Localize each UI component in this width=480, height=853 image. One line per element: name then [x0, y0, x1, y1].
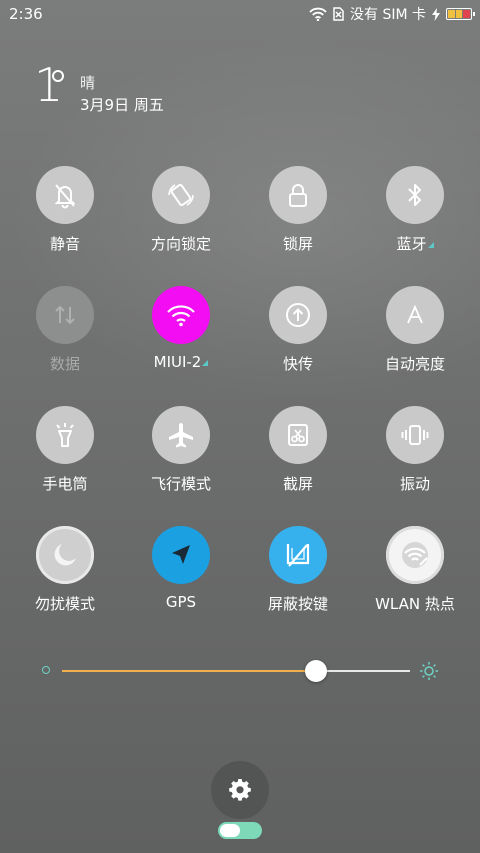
temperature: 1 — [34, 58, 64, 112]
submenu-indicator — [202, 360, 209, 366]
tile-mobile-data-label: 数据 — [49, 355, 80, 373]
tile-block-keys-label: 屏蔽按键 — [267, 595, 328, 613]
brightness-track-empty[interactable] — [316, 670, 410, 672]
tile-silent-label: 静音 — [49, 235, 80, 253]
tile-airplane-button[interactable] — [152, 406, 210, 464]
wlan-hotspot-icon — [402, 542, 428, 568]
weather-condition: 晴 — [80, 74, 96, 92]
panel-toggle[interactable] — [218, 822, 262, 839]
wifi-signal-icon — [309, 7, 327, 21]
tile-wifi[interactable]: MIUI-2 — [122, 286, 240, 396]
tile-flashlight-label: 手电筒 — [42, 475, 88, 493]
status-indicators: 没有 SIM 卡 — [309, 5, 475, 23]
submenu-indicator — [427, 242, 434, 248]
charging-bolt-icon — [432, 7, 440, 21]
quick-transfer-icon — [286, 303, 310, 327]
tile-quick-transfer-button[interactable] — [269, 286, 327, 344]
silent-bell-icon — [54, 184, 76, 209]
tile-bluetooth-button[interactable] — [386, 166, 444, 224]
tile-lock-screen-button[interactable] — [269, 166, 327, 224]
status-bar: 2:36 没有 SIM 卡 — [0, 0, 480, 28]
tile-mobile-data-button[interactable] — [36, 286, 94, 344]
panel-toggle-knob — [220, 824, 240, 837]
tile-vibrate-button[interactable] — [386, 406, 444, 464]
tile-silent-button[interactable] — [36, 166, 94, 224]
settings-button[interactable] — [211, 761, 269, 819]
brightness-slider[interactable] — [36, 656, 446, 686]
tile-quick-transfer-label: 快传 — [282, 355, 313, 373]
rotation-lock-icon — [168, 183, 194, 207]
no-sim-icon — [333, 7, 344, 21]
tile-auto-brightness[interactable]: 自动亮度 — [356, 286, 474, 396]
block-keys-icon — [286, 544, 310, 567]
tile-screenshot-button[interactable] — [269, 406, 327, 464]
weather-widget[interactable]: 1 晴 3月9日 周五 — [34, 60, 284, 116]
tile-screenshot-label: 截屏 — [282, 475, 313, 493]
tile-mobile-data[interactable]: 数据 — [6, 286, 124, 396]
flashlight-icon — [56, 423, 74, 447]
tile-auto-brightness-label: 自动亮度 — [384, 355, 445, 373]
tile-flashlight[interactable]: 手电筒 — [6, 406, 124, 516]
tile-bluetooth-text: 蓝牙 — [396, 235, 427, 253]
gps-arrow-icon — [172, 545, 190, 564]
tile-rotation-lock[interactable]: 方向锁定 — [122, 166, 240, 276]
tile-screenshot[interactable]: 截屏 — [239, 406, 357, 516]
moon-icon — [54, 544, 76, 566]
tile-wifi-label: MIUI-2 — [122, 353, 240, 371]
tile-rotation-lock-button[interactable] — [152, 166, 210, 224]
tile-silent[interactable]: 静音 — [6, 166, 124, 276]
tile-wlan-hotspot[interactable]: WLAN 热点 — [356, 526, 474, 636]
brightness-track-filled[interactable] — [62, 670, 317, 672]
tile-vibrate-label: 振动 — [399, 475, 430, 493]
auto-brightness-icon — [407, 304, 423, 324]
vibrate-icon — [401, 425, 429, 445]
tile-wlan-hotspot-button[interactable] — [386, 526, 444, 584]
gear-icon — [229, 779, 251, 801]
bluetooth-icon — [408, 184, 421, 206]
tile-airplane[interactable]: 飞行模式 — [122, 406, 240, 516]
tile-auto-brightness-button[interactable] — [386, 286, 444, 344]
tile-block-keys-button[interactable] — [269, 526, 327, 584]
mobile-data-icon — [55, 305, 75, 325]
tile-wifi-button[interactable] — [152, 286, 210, 344]
tile-do-not-disturb-button[interactable] — [36, 526, 94, 584]
lock-icon — [289, 184, 307, 207]
weather-date: 3月9日 周五 — [80, 96, 164, 114]
tile-wifi-text: MIUI-2 — [153, 353, 202, 371]
tile-gps[interactable]: GPS — [122, 526, 240, 636]
tile-lock-screen[interactable]: 锁屏 — [239, 166, 357, 276]
screenshot-icon — [288, 424, 308, 446]
tile-gps-label: GPS — [165, 593, 197, 611]
tile-quick-transfer[interactable]: 快传 — [239, 286, 357, 396]
tile-block-keys[interactable]: 屏蔽按键 — [239, 526, 357, 636]
tile-lock-screen-label: 锁屏 — [282, 235, 313, 253]
status-time: 2:36 — [9, 5, 43, 23]
carrier-text: 没有 SIM 卡 — [350, 7, 426, 23]
tile-airplane-label: 飞行模式 — [150, 475, 211, 493]
brightness-low-icon — [42, 666, 50, 674]
tile-vibrate[interactable]: 振动 — [356, 406, 474, 516]
tile-do-not-disturb-label: 勿扰模式 — [34, 595, 95, 613]
tile-do-not-disturb[interactable]: 勿扰模式 — [6, 526, 124, 636]
wifi-icon — [167, 305, 195, 327]
battery-icon — [446, 8, 475, 20]
brightness-high-icon — [420, 662, 438, 680]
tile-rotation-lock-label: 方向锁定 — [150, 235, 211, 253]
tile-wlan-hotspot-label: WLAN 热点 — [375, 595, 455, 613]
tile-bluetooth-label: 蓝牙 — [356, 233, 474, 254]
degree-symbol — [52, 70, 64, 82]
tile-gps-button[interactable] — [152, 526, 210, 584]
brightness-thumb[interactable] — [305, 660, 328, 682]
airplane-icon — [169, 423, 193, 448]
tile-bluetooth[interactable]: 蓝牙 — [356, 166, 474, 276]
tile-flashlight-button[interactable] — [36, 406, 94, 464]
